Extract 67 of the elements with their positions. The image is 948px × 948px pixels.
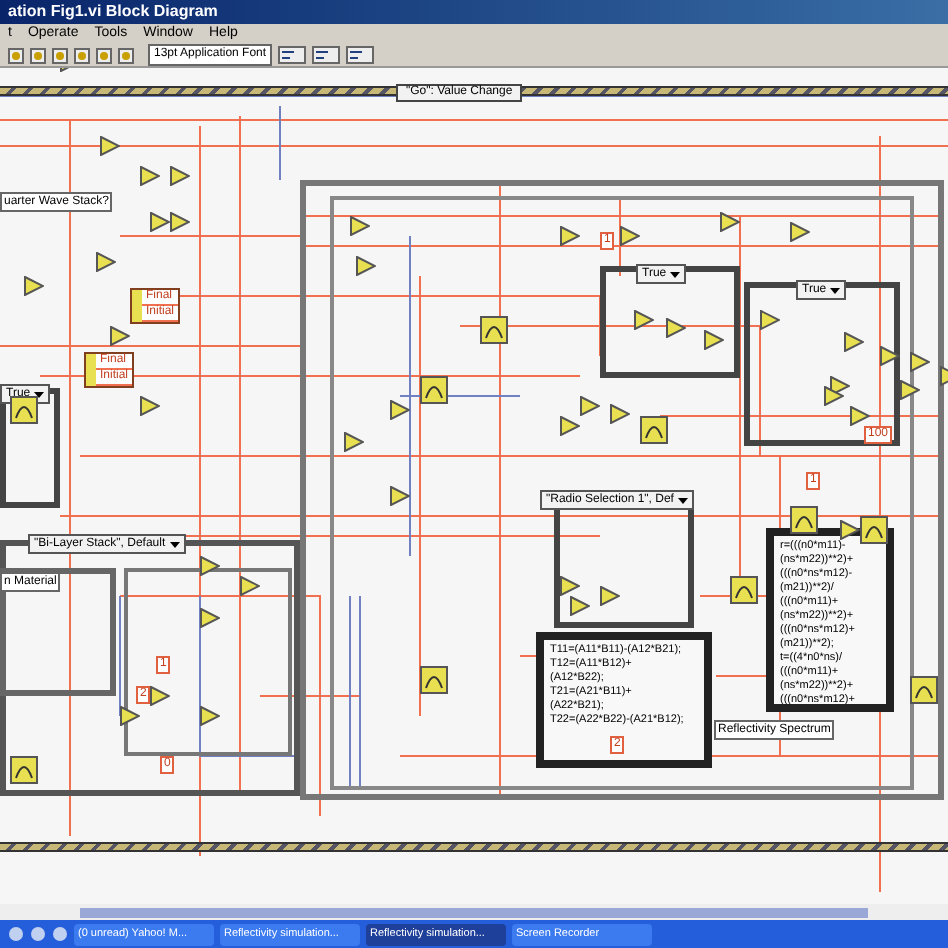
caret-icon xyxy=(34,389,45,399)
triangle-node-icon xyxy=(840,520,860,540)
subvi-node-icon xyxy=(730,576,758,604)
triangle-node-icon xyxy=(560,416,580,436)
triangle-node-icon xyxy=(910,352,930,372)
triangle-node-icon xyxy=(150,686,170,706)
subvi-node-icon xyxy=(10,756,38,784)
triangle-node-icon xyxy=(120,706,140,726)
subvi-node-icon xyxy=(860,516,888,544)
triangle-node-icon xyxy=(900,380,920,400)
title-bar: ation Fig1.vi Block Diagram xyxy=(0,0,948,24)
triangle-node-icon xyxy=(356,256,376,276)
triangle-node-icon xyxy=(560,226,580,246)
subvi-node-icon xyxy=(790,506,818,534)
subvi-node-icon xyxy=(10,396,38,424)
triangle-node-icon xyxy=(390,486,410,506)
triangle-node-icon xyxy=(390,400,410,420)
triangle-node-icon xyxy=(570,596,590,616)
subvi-node-icon xyxy=(910,676,938,704)
subvi-node-icon xyxy=(420,376,448,404)
triangle-node-icon xyxy=(600,586,620,606)
triangle-node-icon xyxy=(200,706,220,726)
triangle-node-icon xyxy=(170,166,190,186)
align-icon[interactable] xyxy=(278,46,306,64)
triangle-node-icon xyxy=(170,212,190,232)
triangle-node-icon xyxy=(790,222,810,242)
triangle-node-icon xyxy=(140,166,160,186)
triangle-node-icon xyxy=(634,310,654,330)
align-icon[interactable] xyxy=(312,46,340,64)
align-icon[interactable] xyxy=(346,46,374,64)
triangle-node-icon xyxy=(200,608,220,628)
triangle-node-icon xyxy=(580,396,600,416)
tool-icon[interactable] xyxy=(74,47,90,63)
triangle-node-icon xyxy=(96,252,116,272)
triangle-node-icon xyxy=(704,330,724,350)
triangle-node-icon xyxy=(150,212,170,232)
triangle-node-icon xyxy=(850,406,870,426)
tool-icon[interactable] xyxy=(118,47,134,63)
triangle-node-icon xyxy=(100,136,120,156)
tool-icon[interactable] xyxy=(8,47,24,63)
triangle-node-icon xyxy=(610,404,630,424)
subvi-node-icon xyxy=(480,316,508,344)
tool-icon[interactable] xyxy=(30,47,46,63)
triangle-node-icon xyxy=(880,346,900,366)
triangle-node-icon xyxy=(666,318,686,338)
caret-icon xyxy=(677,495,688,505)
triangle-node-icon xyxy=(240,576,260,596)
subvi-node-icon xyxy=(420,666,448,694)
caret-icon xyxy=(169,539,180,549)
horizontal-scrollbar[interactable] xyxy=(0,904,948,920)
triangle-node-icon xyxy=(720,212,740,232)
triangle-node-icon xyxy=(760,310,780,330)
triangle-node-icon xyxy=(350,216,370,236)
triangle-node-icon xyxy=(110,326,130,346)
tool-icon[interactable] xyxy=(52,47,68,63)
triangle-node-icon xyxy=(140,396,160,416)
triangle-node-icon xyxy=(344,432,364,452)
subvi-node-icon xyxy=(640,416,668,444)
triangle-node-icon xyxy=(200,556,220,576)
caret-icon xyxy=(830,285,841,295)
triangle-node-icon xyxy=(824,386,844,406)
triangle-node-icon xyxy=(844,332,864,352)
triangle-node-icon xyxy=(560,576,580,596)
triangle-node-icon xyxy=(24,276,44,296)
caret-icon xyxy=(670,269,681,279)
triangle-node-icon xyxy=(620,226,640,246)
tool-icon[interactable] xyxy=(96,47,112,63)
